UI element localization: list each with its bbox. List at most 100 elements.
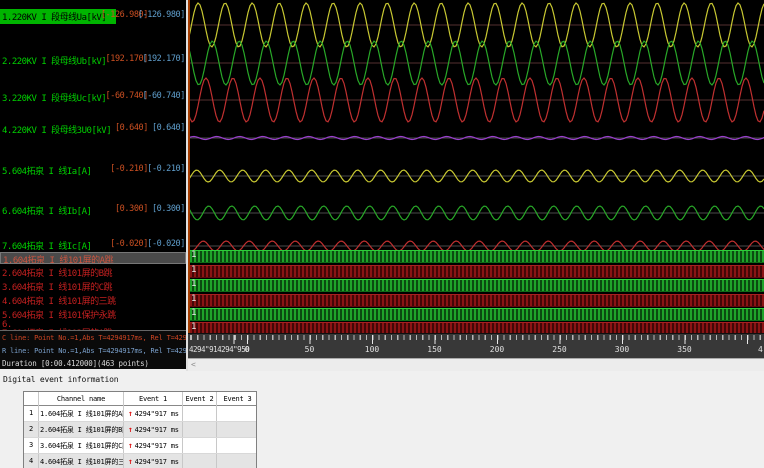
digital-channel-label[interactable]: 4.604拓泉 I 线101屏的三跳 xyxy=(0,294,186,306)
event-time: 4294"917 ms xyxy=(134,410,179,418)
analog-channel-label[interactable]: 3.220KV I 段母线Uc[kV] xyxy=(0,90,108,105)
event1-cell: ↑ 4294"917 ms xyxy=(124,454,183,468)
channel-name-cell: 1.604拓泉 I 线101屏的A跳 xyxy=(39,406,124,421)
waveform-plot-area[interactable]: 1 1 1 1 1 1 xyxy=(188,0,764,333)
ref-value: [-0.020] xyxy=(147,239,185,249)
analog-channel-row[interactable]: 3.220KV I 段母线Uc[kV] [-60.740] [-60.740] xyxy=(0,90,186,105)
cursor-value: [-0.020] xyxy=(110,239,148,249)
ref-value: [-0.210] xyxy=(147,164,185,174)
rising-edge-arrow-icon: ↑ xyxy=(128,425,133,434)
analog-channel-label[interactable]: 5.604拓泉 I 线Ia[A] xyxy=(0,163,93,178)
digital-channel-label[interactable]: 1.604拓泉 I 线101屏的A跳 xyxy=(0,252,186,264)
channel-label-panel: 1.220KV I 段母线Ua[kV] [-126.980] [-126.980] 2… xyxy=(0,0,186,330)
row-number: 4 xyxy=(24,454,39,468)
table-row[interactable]: 3 3.604拓泉 I 线101屏的C跳 ↑ 4294"917 ms xyxy=(24,438,256,454)
trace-state-label: 1 xyxy=(191,308,197,318)
trace-state-label: 1 xyxy=(191,250,197,260)
trace-state-label: 1 xyxy=(191,279,197,289)
digital-channel-label[interactable]: 3.604拓泉 I 线101屏的C跳 xyxy=(0,280,186,292)
digital-trace-bar: 1 xyxy=(190,308,764,321)
ref-value: [-126.980] xyxy=(137,10,186,20)
duration-status: Duration [0:00.412000](463 points) xyxy=(2,359,149,368)
row-number: 3 xyxy=(24,438,39,453)
ruler-tick-label: 100 xyxy=(364,345,380,354)
cursor-status-box: C line: Point No.=1,Abs T=4294917ms, Rel… xyxy=(0,330,186,369)
analog-channel-row[interactable]: 6.604拓泉 I 线Ib[A] [0.300] [0.300] xyxy=(0,203,186,218)
rising-edge-arrow-icon: ↑ xyxy=(128,441,133,450)
ruler-tick-label: 200 xyxy=(489,345,505,354)
digital-trace-bar: 1 xyxy=(190,250,764,263)
event2-cell xyxy=(183,406,217,421)
table-row[interactable]: 2 2.604拓泉 I 线101屏的B跳 ↑ 4294"917 ms xyxy=(24,422,256,438)
ruler-edge-label: 4294"914294"950 xyxy=(189,345,250,354)
waveform-viewer-window: 1.220KV I 段母线Ua[kV] [-126.980] [-126.980] 2… xyxy=(0,0,764,468)
trace-state-label: 1 xyxy=(191,322,197,332)
event3-cell xyxy=(217,406,258,421)
analog-channel-label[interactable]: 7.604拓泉 I 线Ic[A] xyxy=(0,238,93,253)
analog-channel-label[interactable]: 1.220KV I 段母线Ua[kV] xyxy=(0,9,116,24)
scroll-left-arrow-icon[interactable]: < xyxy=(191,360,196,369)
c-line-status: C line: Point No.=1,Abs T=4294917ms, Rel… xyxy=(2,334,186,342)
analog-channel-label[interactable]: 6.604拓泉 I 线Ib[A] xyxy=(0,203,93,218)
ruler-tick-label: 350 xyxy=(677,345,692,354)
ref-value: [0.300] xyxy=(151,204,185,214)
event3-cell xyxy=(217,438,258,453)
header-event2: Event 2 xyxy=(183,392,217,407)
table-header-row: Channel name Event 1 Event 2 Event 3 xyxy=(24,392,256,407)
header-channel-name: Channel name xyxy=(39,392,124,407)
analog-channel-row[interactable]: 4.220KV I 段母线3U0[kV] [0.640] [0.640] xyxy=(0,122,186,137)
analog-channel-row[interactable]: 7.604拓泉 I 线Ic[A] [-0.020] [-0.020] xyxy=(0,238,186,253)
event-time: 4294"917 ms xyxy=(134,442,179,450)
ruler-tick-label: 300 xyxy=(614,345,630,354)
digital-trace-bar: 1 xyxy=(190,322,764,333)
analog-channel-row[interactable]: 2.220KV I 段母线Ub[kV] [192.170] [192.170] xyxy=(0,53,186,68)
analog-channel-row[interactable]: 1.220KV I 段母线Ua[kV] [-126.980] [-126.980] xyxy=(0,9,186,24)
analog-channel-row[interactable]: 5.604拓泉 I 线Ia[A] [-0.210] [-0.210] xyxy=(0,163,186,178)
event2-cell xyxy=(183,422,217,437)
ruler-tick-label: 0 xyxy=(244,345,250,354)
ruler-tick-label: 150 xyxy=(427,345,442,354)
ruler-tick-label: 50 xyxy=(304,345,315,354)
event2-cell xyxy=(183,454,217,468)
event1-cell: ↑ 4294"917 ms xyxy=(124,422,183,437)
ref-value: [192.170] xyxy=(142,54,186,64)
analog-channel-label[interactable]: 2.220KV I 段母线Ub[kV] xyxy=(0,53,108,68)
time-axis-ruler[interactable]: 4294"914294"950 4 0 50 100 150 200 250 300 350 xyxy=(188,333,764,358)
event1-cell: ↑ 4294"917 ms xyxy=(124,438,183,453)
digital-trace-bar: 1 xyxy=(190,279,764,292)
time-cursor-line[interactable] xyxy=(188,0,190,333)
trace-state-label: 1 xyxy=(191,294,197,304)
digital-trace-bar: 1 xyxy=(190,265,764,278)
header-event3: Event 3 xyxy=(223,395,252,403)
ref-value: [0.640] xyxy=(151,123,185,133)
event1-cell: ↑ 4294"917 ms xyxy=(124,406,183,421)
digital-channel-label[interactable]: 5.604拓泉 I 线101保护永跳 xyxy=(0,308,186,320)
rising-edge-arrow-icon: ↑ xyxy=(128,457,133,466)
table-row[interactable]: 1 1.604拓泉 I 线101屏的A跳 ↑ 4294"917 ms xyxy=(24,406,256,422)
ruler-clipped-label: 4 xyxy=(758,345,763,354)
channel-name-cell: 2.604拓泉 I 线101屏的B跳 xyxy=(39,422,124,437)
event2-cell xyxy=(183,438,217,453)
analog-channel-label[interactable]: 4.220KV I 段母线3U0[kV] xyxy=(0,122,113,137)
major-ticks xyxy=(188,335,764,344)
r-line-status: R line: Point No.=1,Abs T=4294917ms, Rel… xyxy=(2,347,186,355)
row-number: 1 xyxy=(24,406,39,421)
panel-divider[interactable] xyxy=(186,0,188,371)
cursor-value: [-0.210] xyxy=(110,164,148,174)
ref-value: [-60.740] xyxy=(142,91,186,101)
section-title: Digital event information xyxy=(3,375,119,384)
table-row[interactable]: 4 4.604拓泉 I 线101屏的三跳 ↑ 4294"917 ms xyxy=(24,454,256,468)
header-event1: Event 1 xyxy=(124,392,183,407)
digital-event-table: Channel name Event 1 Event 2 Event 3 1 1.… xyxy=(23,391,257,468)
row-number: 2 xyxy=(24,422,39,437)
event3-cell xyxy=(217,422,258,437)
event-time: 4294"917 ms xyxy=(134,458,179,466)
digital-channel-label[interactable]: 2.604拓泉 I 线101屏的B跳 xyxy=(0,266,186,278)
channel-name-cell: 3.604拓泉 I 线101屏的C跳 xyxy=(39,438,124,453)
cursor-value: [0.640] xyxy=(114,123,148,133)
ruler-tick-label: 250 xyxy=(552,345,567,354)
cursor-value: [0.300] xyxy=(114,204,148,214)
rising-edge-arrow-icon: ↑ xyxy=(128,409,133,418)
horizontal-scrollbar[interactable]: < xyxy=(188,358,764,371)
channel-name-cell: 4.604拓泉 I 线101屏的三跳 xyxy=(39,454,124,468)
